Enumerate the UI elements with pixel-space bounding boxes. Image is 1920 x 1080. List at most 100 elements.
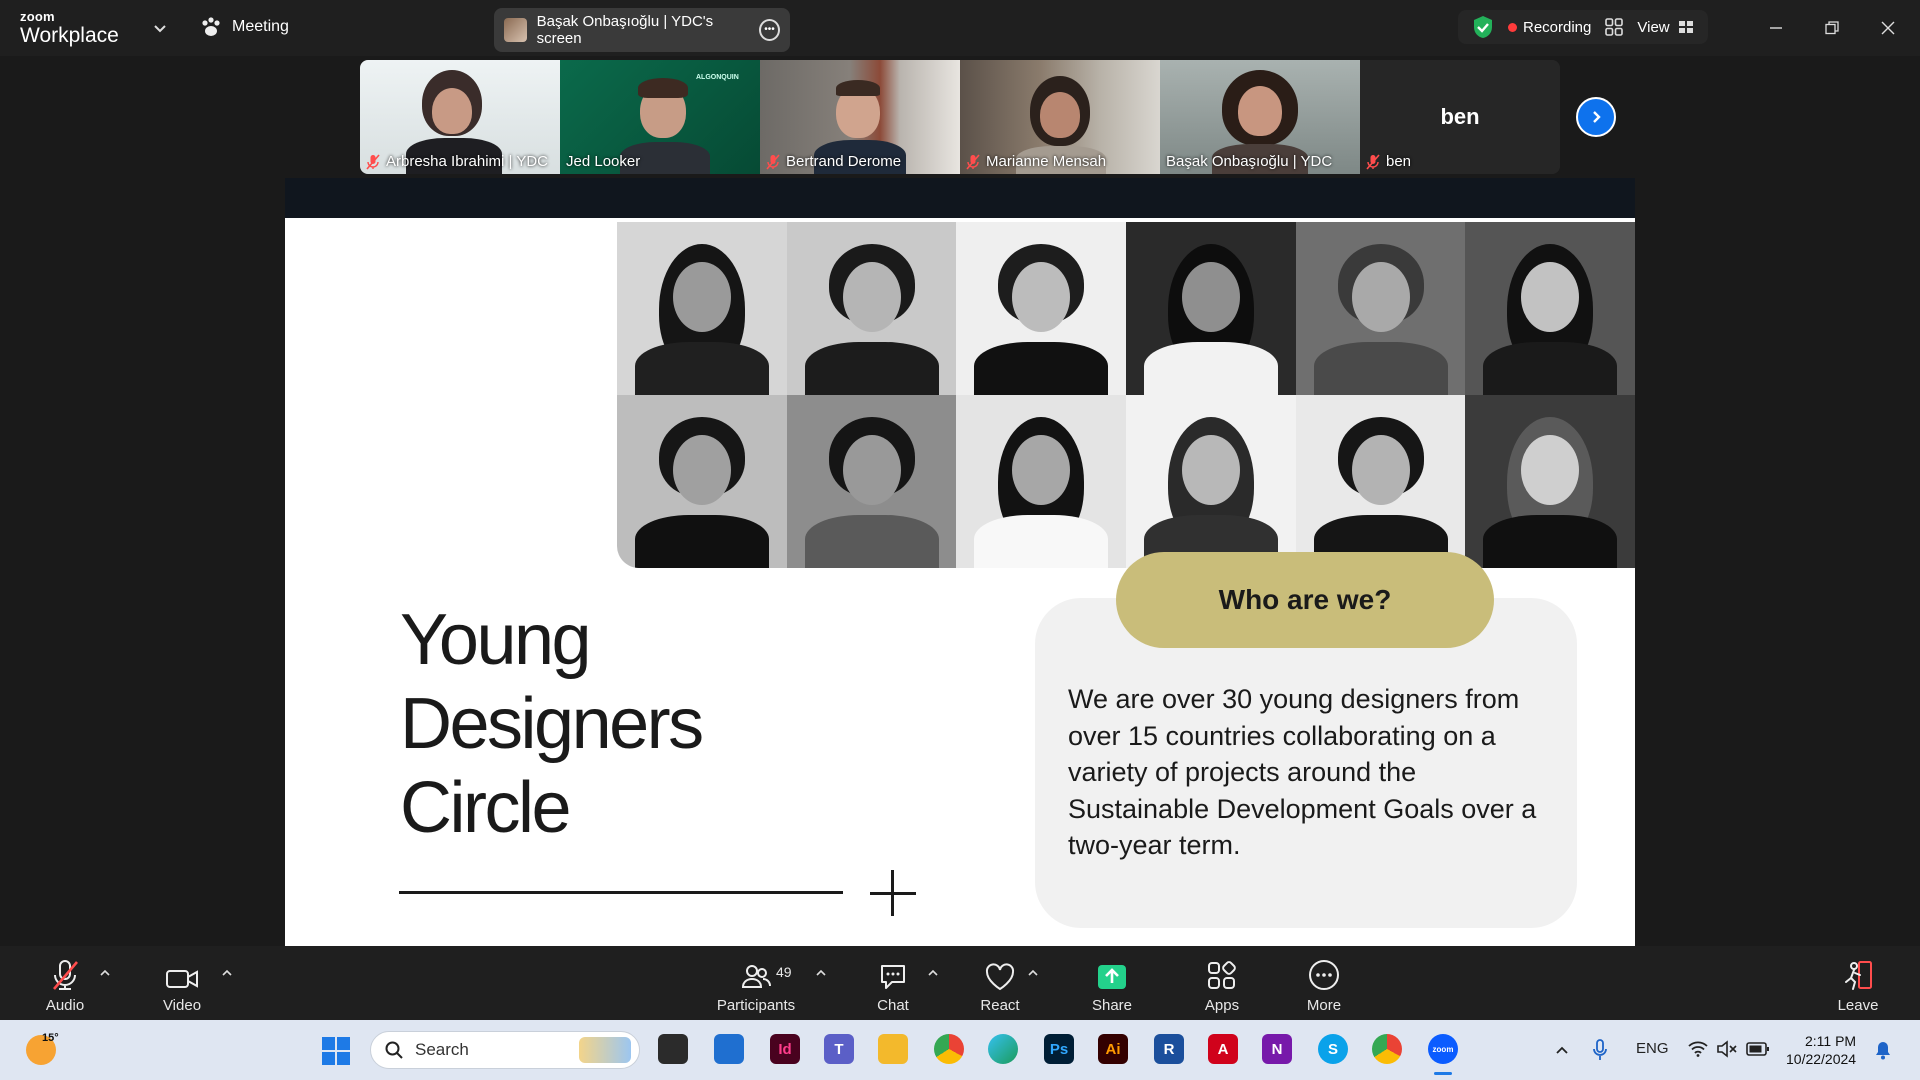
recording-status[interactable]: Recording <box>1508 19 1591 36</box>
view-button[interactable]: View <box>1637 19 1693 36</box>
participant-face <box>1040 92 1080 138</box>
more-button[interactable]: More <box>1300 946 1348 1020</box>
divider-line <box>399 891 843 894</box>
team-member-photo <box>1465 395 1635 568</box>
participant-name-text: Arbresha Ibrahimi | YDC <box>386 153 549 170</box>
close-button[interactable] <box>1874 14 1902 42</box>
zoom-workplace-logo: zoom Workplace <box>20 10 119 46</box>
team-member-photo <box>956 395 1126 568</box>
participant-tile[interactable]: ben ben <box>1360 60 1560 174</box>
plus-icon <box>870 892 916 895</box>
system-clock[interactable]: 2:11 PM 10/22/2024 <box>1786 1032 1856 1068</box>
video-button[interactable]: Video <box>156 946 208 1020</box>
edge-icon[interactable] <box>988 1034 1018 1064</box>
microphone-icon[interactable] <box>1592 1039 1608 1061</box>
slide-title-line: Designers <box>400 684 704 764</box>
recording-dot-icon <box>1508 22 1517 32</box>
revit-icon[interactable]: R <box>1154 1034 1184 1064</box>
chevron-up-icon[interactable] <box>98 966 112 980</box>
chevron-up-icon[interactable] <box>814 966 828 980</box>
chrome-icon[interactable] <box>934 1034 964 1064</box>
restore-icon <box>1825 21 1839 35</box>
more-options-icon[interactable]: ••• <box>759 19 780 41</box>
store-icon[interactable] <box>714 1034 744 1064</box>
participant-name-text: Jed Looker <box>566 153 641 170</box>
portrait-body <box>804 342 939 395</box>
participant-tile[interactable]: ALGONQUIN Jed Looker <box>560 60 760 174</box>
clock-time: 2:11 PM <box>1804 1033 1857 1049</box>
brand-small: zoom <box>20 9 55 24</box>
screen-share-indicator[interactable]: Başak Onbaşıoğlu | YDC's screen ••• <box>494 8 790 52</box>
leave-button[interactable]: Leave <box>1834 946 1882 1020</box>
share-button[interactable]: Share <box>1088 946 1136 1020</box>
portrait-body <box>1483 515 1618 568</box>
participants-icon <box>741 965 771 988</box>
battery-icon[interactable] <box>1746 1041 1770 1057</box>
task-view-icon[interactable] <box>658 1034 688 1064</box>
gallery-grid-icon[interactable] <box>1605 18 1624 36</box>
apps-icon <box>1208 961 1236 989</box>
file-explorer-icon[interactable] <box>878 1034 908 1064</box>
react-button[interactable]: React <box>976 946 1024 1020</box>
share-label: Share <box>1091 997 1133 1014</box>
photoshop-icon[interactable]: Ps <box>1044 1034 1074 1064</box>
slide-title-line: Circle <box>400 768 572 848</box>
college-logo: ALGONQUIN <box>696 74 739 81</box>
zoom-app-icon[interactable]: zoom <box>1428 1034 1458 1064</box>
portrait-face <box>673 262 731 332</box>
close-icon <box>1881 21 1895 35</box>
search-icon <box>385 1041 403 1059</box>
chevron-up-icon[interactable] <box>1554 1042 1570 1058</box>
skype-icon[interactable]: S <box>1318 1034 1348 1064</box>
portrait-body <box>635 515 769 568</box>
chevron-down-icon[interactable] <box>150 18 170 38</box>
minimize-button[interactable] <box>1762 14 1790 42</box>
shared-slide: Young Designers Circle Who are we? We ar… <box>285 218 1635 946</box>
notification-bell-icon[interactable] <box>1874 1040 1892 1060</box>
indesign-icon[interactable]: Id <box>770 1034 800 1064</box>
team-photo-grid <box>617 222 1635 568</box>
heart-icon <box>985 963 1015 991</box>
chevron-up-icon[interactable] <box>926 966 940 980</box>
teams-icon[interactable]: T <box>824 1034 854 1064</box>
volume-muted-icon[interactable] <box>1716 1040 1738 1058</box>
participant-tile[interactable]: Arbresha Ibrahimi | YDC <box>360 60 560 174</box>
wifi-icon[interactable] <box>1688 1041 1708 1057</box>
apps-button[interactable]: Apps <box>1198 946 1246 1020</box>
team-member-photo <box>617 395 787 568</box>
portrait-face <box>1012 435 1071 505</box>
chevron-up-icon[interactable] <box>1026 966 1040 980</box>
meeting-menu[interactable]: Meeting <box>200 17 289 37</box>
windows-start-icon[interactable] <box>322 1037 350 1065</box>
onenote-icon[interactable]: N <box>1262 1034 1292 1064</box>
shield-check-icon[interactable] <box>1472 15 1494 39</box>
participant-name: Jed Looker <box>566 153 640 170</box>
restore-button[interactable] <box>1818 14 1846 42</box>
participant-name-text: Bertrand Derome <box>786 153 902 170</box>
input-language[interactable]: ENG <box>1636 1040 1669 1057</box>
participant-name-text: ben <box>1386 153 1412 170</box>
chevron-up-icon[interactable] <box>220 966 234 980</box>
participant-tile[interactable]: Marianne Mensah <box>960 60 1160 174</box>
chrome-profile-icon[interactable] <box>1372 1034 1402 1064</box>
audio-label: Audio <box>45 997 85 1014</box>
participant-name: ben <box>1366 153 1411 170</box>
illustrator-icon[interactable]: Ai <box>1098 1034 1128 1064</box>
taskbar-search[interactable]: Search <box>370 1031 640 1069</box>
participant-tile-active[interactable]: Başak Onbaşıoğlu | YDC <box>1160 60 1360 174</box>
chevron-right-icon <box>1593 111 1601 123</box>
apps-label: Apps <box>1204 997 1240 1014</box>
participant-count-badge: 49 <box>776 964 792 980</box>
more-icon <box>1309 960 1339 990</box>
next-page-button[interactable] <box>1576 97 1616 137</box>
participants-button[interactable]: Participants <box>712 946 800 1020</box>
participant-strip: Arbresha Ibrahimi | YDC ALGONQUIN Jed Lo… <box>360 60 1560 174</box>
shared-screen-header <box>285 178 1635 218</box>
audio-button[interactable]: Audio <box>40 946 90 1020</box>
participant-tile[interactable]: Bertrand Derome <box>760 60 960 174</box>
team-member-photo <box>1465 222 1635 395</box>
autocad-icon[interactable]: A <box>1208 1034 1238 1064</box>
participant-face <box>432 88 472 134</box>
portrait-face <box>1012 262 1071 332</box>
chat-button[interactable]: Chat <box>870 946 916 1020</box>
